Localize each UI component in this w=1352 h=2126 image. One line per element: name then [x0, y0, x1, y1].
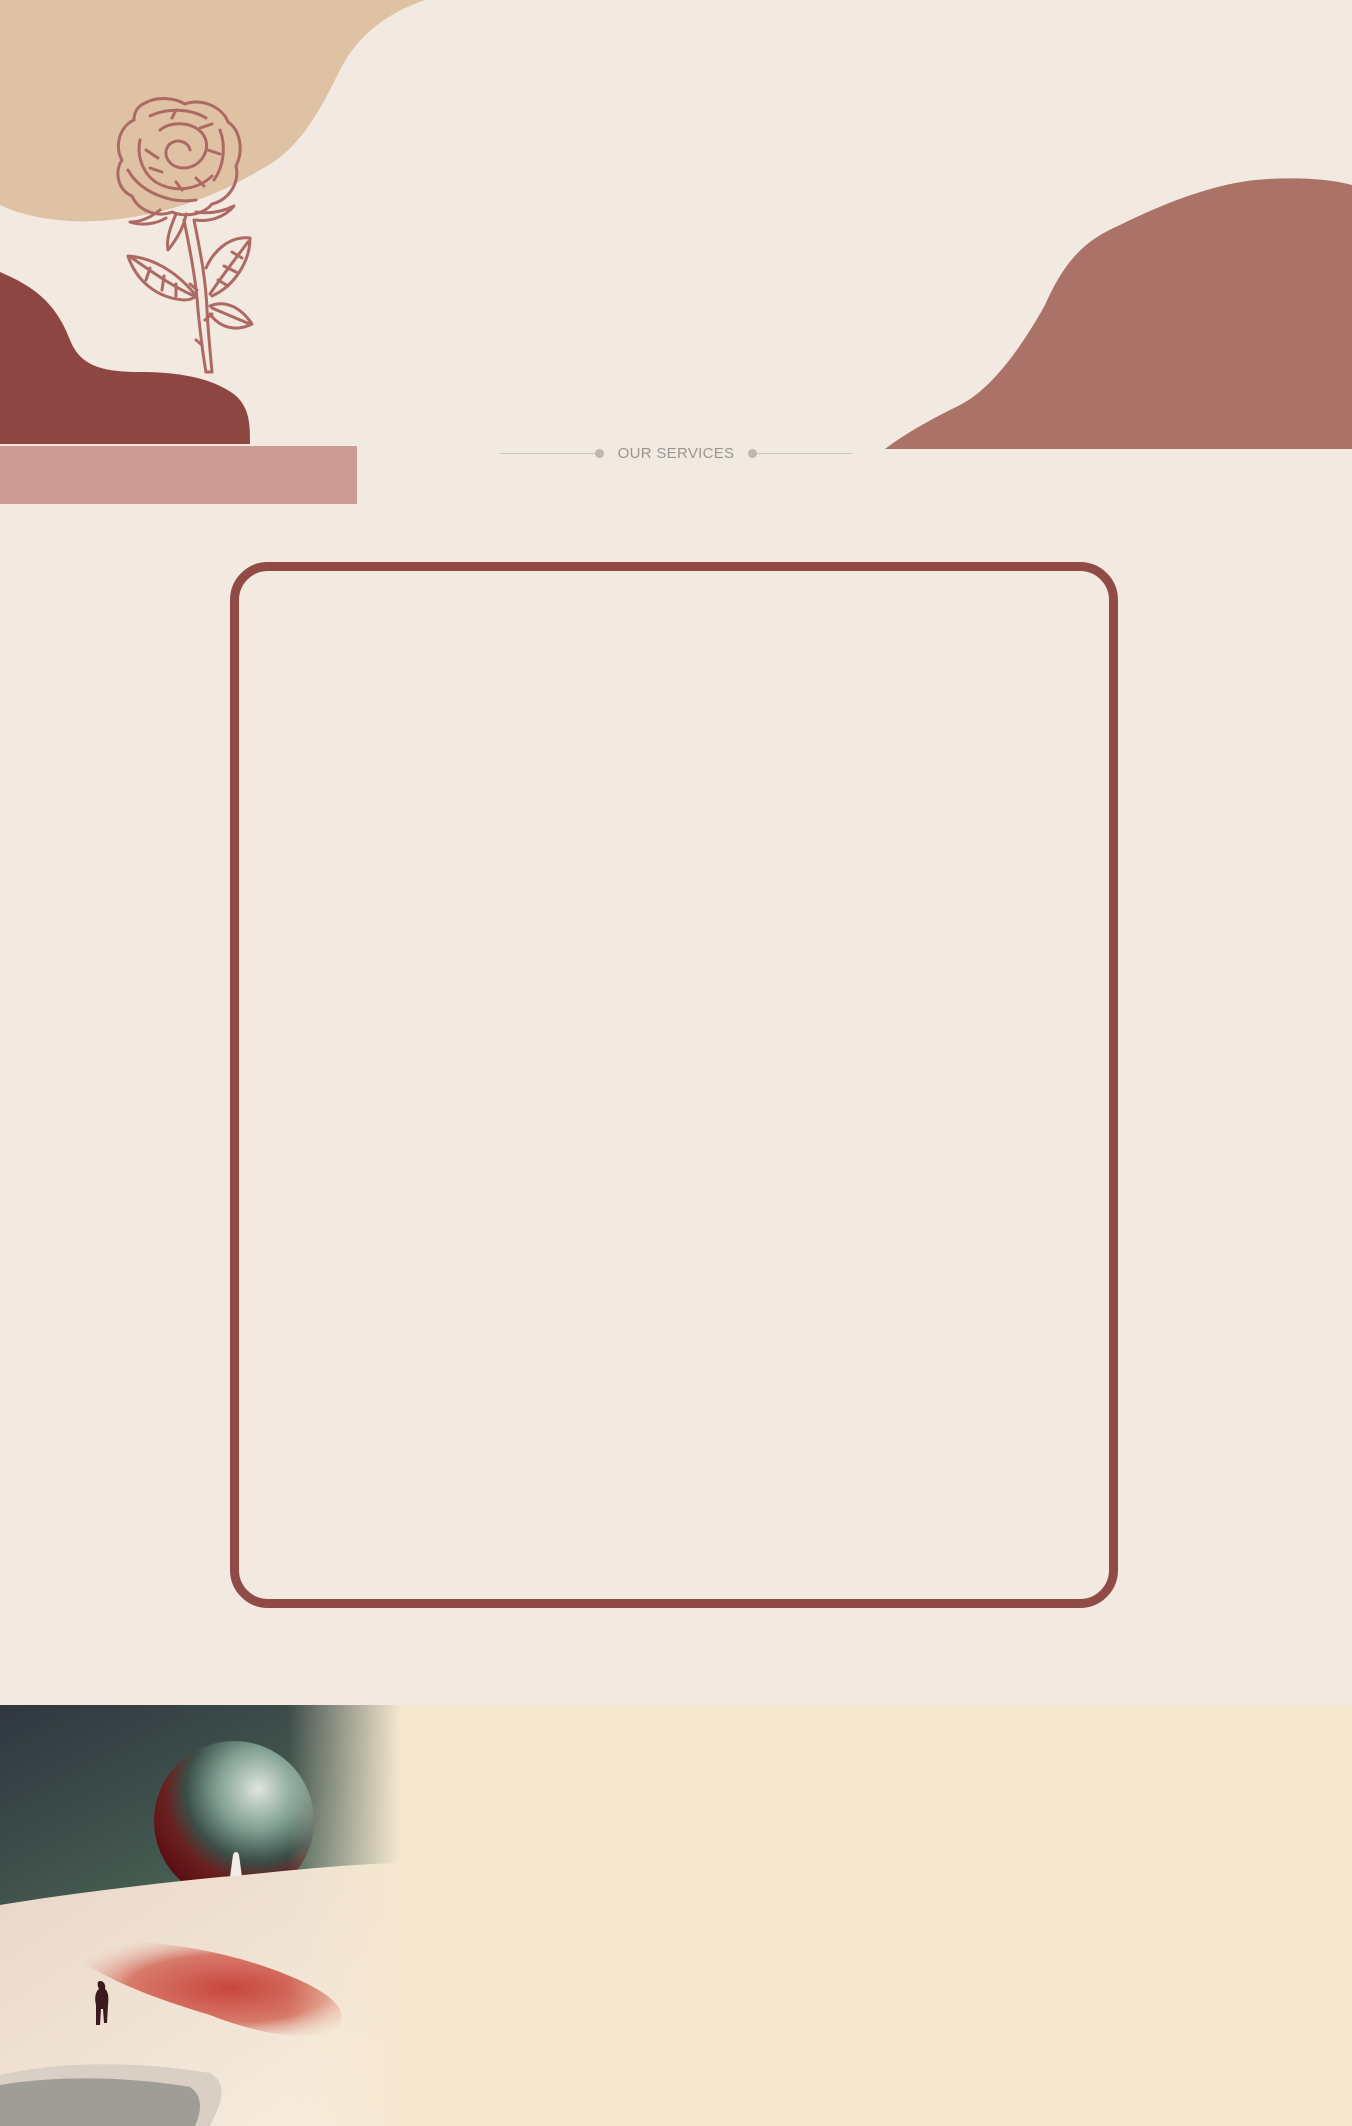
top-decoration	[0, 0, 1352, 504]
page: OUR SERVICES	[0, 0, 1352, 2126]
moon-landscape-illustration	[0, 1705, 400, 2126]
right-hill-shape	[885, 178, 1352, 449]
pink-bar-shape	[0, 446, 357, 504]
dark-red-hill-shape	[0, 272, 250, 444]
content-frame	[230, 562, 1118, 1608]
tan-blob-shape	[0, 0, 425, 222]
bottom-band	[0, 1705, 1352, 2126]
